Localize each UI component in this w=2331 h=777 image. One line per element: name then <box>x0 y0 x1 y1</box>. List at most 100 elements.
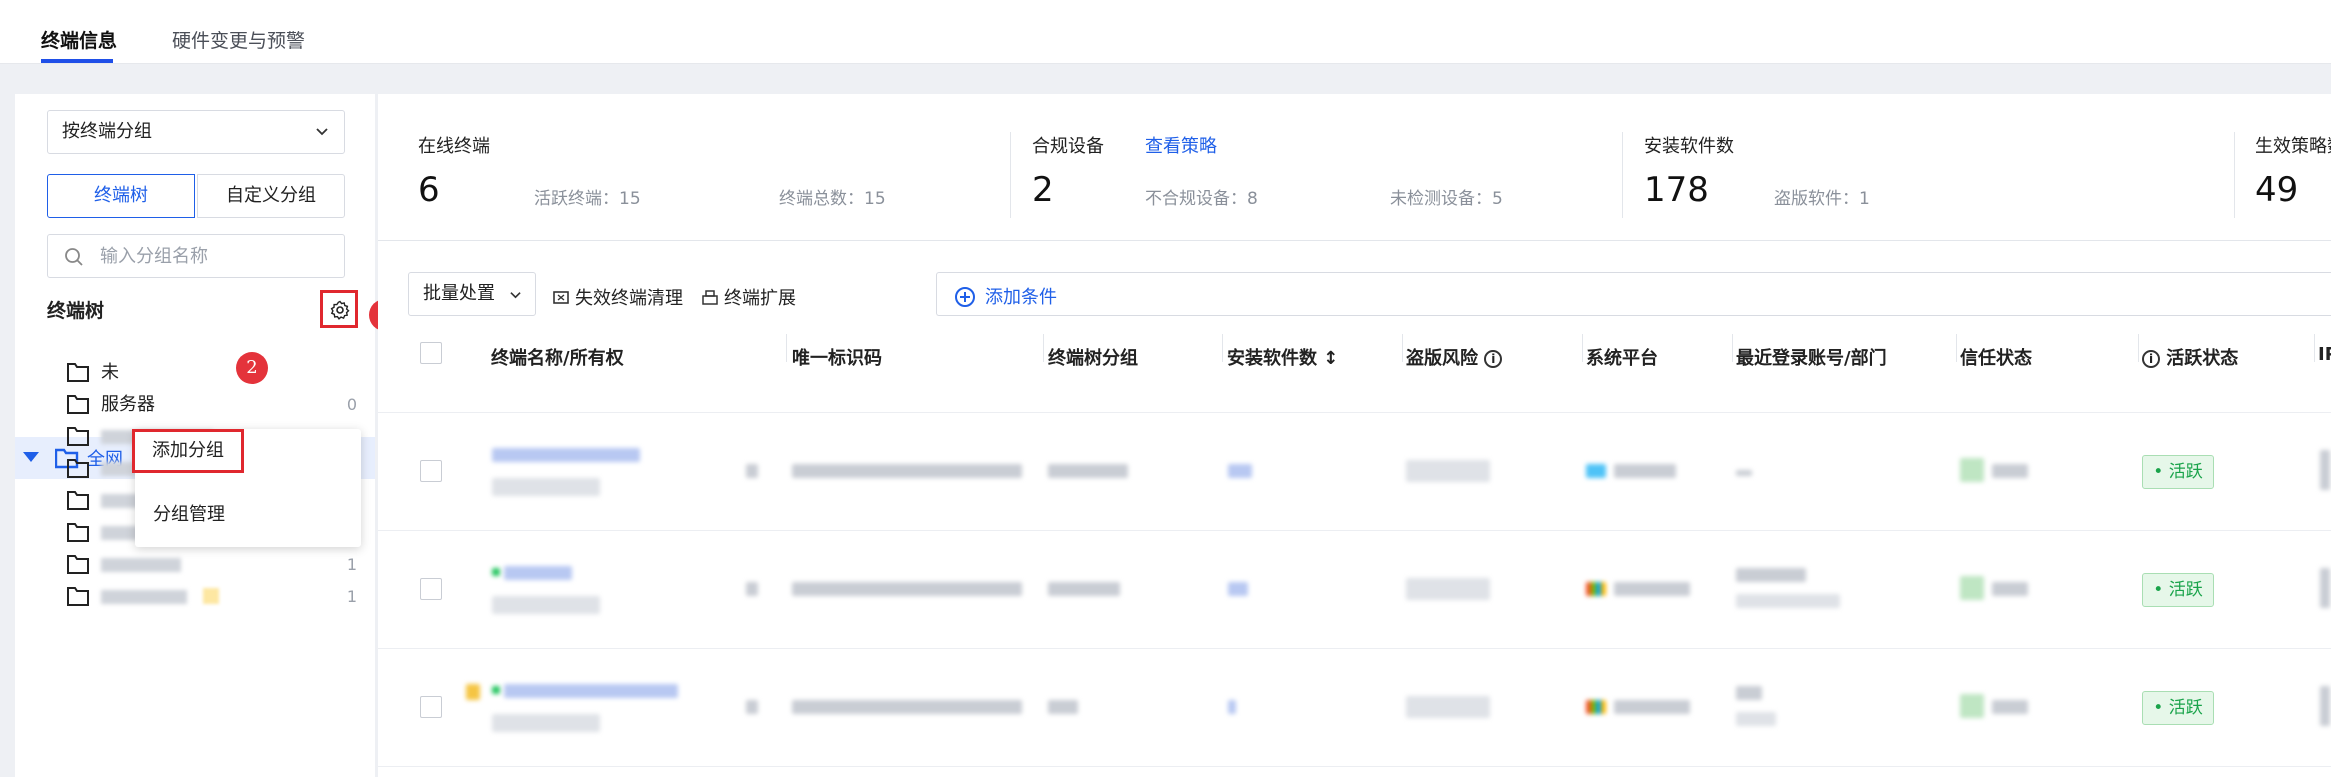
group-search[interactable] <box>47 234 345 278</box>
trust-icon <box>1960 458 1984 482</box>
redacted-label <box>101 590 187 604</box>
active-status-badge: • 活跃 <box>2142 691 2214 725</box>
column-separator <box>2138 334 2139 362</box>
folder-icon <box>67 459 89 478</box>
stat-software-label: 安装软件数 <box>1644 136 1734 157</box>
stat-noncompliant: 不合规设备：8 <box>1145 189 1258 209</box>
add-condition-label: 添加条件 <box>985 287 1057 308</box>
tree-settings-button[interactable] <box>320 290 358 328</box>
col-header-piracy-risk[interactable]: 盗版风险 i <box>1406 344 1503 370</box>
printer-icon <box>702 290 718 305</box>
folder-icon <box>67 363 89 382</box>
piracy-risk-tag <box>1406 578 1490 600</box>
tree-group-value <box>1048 582 1120 596</box>
copy-icon[interactable] <box>746 464 758 478</box>
tab-terminal-info[interactable]: 终端信息 <box>41 26 117 53</box>
last-login-value <box>1736 568 1806 582</box>
row-divider <box>378 412 2331 413</box>
segment-custom-group[interactable]: 自定义分组 <box>197 174 345 218</box>
online-dot <box>492 568 500 576</box>
tree-item-label: 未 <box>101 362 119 383</box>
group-search-input[interactable] <box>100 243 330 269</box>
last-login-value <box>1736 686 1762 700</box>
col-header-uid[interactable]: 唯一标识码 <box>792 344 882 370</box>
row-checkbox[interactable] <box>420 578 442 600</box>
tree-item[interactable]: 服务器 0 <box>67 392 357 422</box>
terminal-expand-button[interactable]: 终端扩展 <box>702 284 796 310</box>
stat-compliant-value: 2 <box>1032 170 1054 210</box>
app-root: 终端信息 硬件变更与预警 按终端分组 终端树 自定义分组 终端树 全网 未 <box>0 0 2331 777</box>
software-count-value[interactable] <box>1228 582 1248 596</box>
info-icon[interactable]: i <box>1484 350 1503 368</box>
tree-item[interactable]: 1 <box>67 584 357 614</box>
caret-down-icon[interactable] <box>23 452 39 462</box>
copy-icon[interactable] <box>746 582 758 596</box>
tree-group-value <box>1048 464 1128 478</box>
col-header-platform[interactable]: 系统平台 <box>1586 344 1658 370</box>
menu-item-add-group[interactable]: 添加分组 <box>132 429 244 473</box>
folder-icon <box>67 523 89 542</box>
monitor-x-icon <box>553 291 569 304</box>
ownership-tag <box>492 596 600 614</box>
col-header-tree-group[interactable]: 终端树分组 <box>1048 344 1138 370</box>
ip-value <box>2320 686 2330 726</box>
cleanup-label: 失效终端清理 <box>575 288 683 309</box>
group-mode-value: 按终端分组 <box>62 121 152 142</box>
tree-item-count: 1 <box>346 555 357 574</box>
tree-item[interactable]: 未 <box>67 360 357 390</box>
select-all-checkbox[interactable] <box>420 342 442 364</box>
info-icon[interactable]: i <box>2142 350 2160 368</box>
divider <box>378 240 2331 241</box>
add-condition-button[interactable]: 添加条件 <box>955 283 1057 309</box>
row-checkbox[interactable] <box>420 460 442 482</box>
col-header-name[interactable]: 终端名称/所有权 <box>491 344 624 370</box>
view-policy-link[interactable]: 查看策略 <box>1145 132 1217 158</box>
tree-group-value <box>1048 700 1078 714</box>
col-header-active[interactable]: i 活跃状态 <box>2142 344 2238 370</box>
trust-icon <box>1960 694 1984 718</box>
col-header-trust[interactable]: 信任状态 <box>1960 344 2032 370</box>
piracy-risk-tag <box>1406 460 1490 482</box>
filter-bar[interactable]: 添加条件 <box>936 272 2331 316</box>
active-status-text: • 活跃 <box>2153 462 2203 482</box>
batch-action-button[interactable]: 批量处置 <box>408 272 536 316</box>
stat-online-total: 终端总数：15 <box>779 189 886 209</box>
last-login-value <box>1736 470 1752 476</box>
col-header-software-count[interactable]: 安装软件数 ↕ <box>1227 344 1338 370</box>
menu-item-group-manage[interactable]: 分组管理 <box>135 493 361 537</box>
tab-hardware-change[interactable]: 硬件变更与预警 <box>172 26 305 53</box>
group-mode-select[interactable]: 按终端分组 <box>47 110 345 154</box>
software-count-value[interactable] <box>1228 700 1236 714</box>
search-icon <box>65 248 83 266</box>
online-dot <box>492 686 500 694</box>
tree-item-label: 服务器 <box>101 394 155 415</box>
stat-online-value: 6 <box>418 170 440 210</box>
tree-item[interactable]: 1 <box>67 552 357 582</box>
terminal-name[interactable] <box>504 566 572 580</box>
plus-circle-icon <box>955 287 975 307</box>
copy-icon[interactable] <box>746 700 758 714</box>
segment-terminal-tree[interactable]: 终端树 <box>47 174 195 218</box>
gear-icon <box>330 300 350 320</box>
column-separator <box>1043 334 1044 362</box>
active-status-text: • 活跃 <box>2153 698 2203 718</box>
trust-icon <box>1960 576 1984 600</box>
stat-online-label: 在线终端 <box>418 136 490 157</box>
active-status-badge: • 活跃 <box>2142 455 2214 489</box>
stat-compliant-label: 合规设备 <box>1032 136 1104 157</box>
row-checkbox[interactable] <box>420 696 442 718</box>
software-count-value[interactable] <box>1228 464 1252 478</box>
active-tab-indicator <box>41 59 113 63</box>
col-header-ip[interactable]: IP <box>2318 344 2331 365</box>
folder-icon <box>67 427 89 446</box>
col-header-last-login[interactable]: 最近登录账号/部门 <box>1736 344 1887 370</box>
terminal-name[interactable] <box>492 448 640 462</box>
stat-unchecked: 未检测设备：5 <box>1390 189 1503 209</box>
terminal-name[interactable] <box>504 684 678 698</box>
ip-value <box>2320 450 2330 490</box>
column-separator <box>1732 334 1733 362</box>
cleanup-invalid-button[interactable]: 失效终端清理 <box>553 284 683 310</box>
sort-icon[interactable]: ↕ <box>1323 348 1338 369</box>
ownership-tag <box>492 714 600 732</box>
folder-icon <box>67 587 89 606</box>
